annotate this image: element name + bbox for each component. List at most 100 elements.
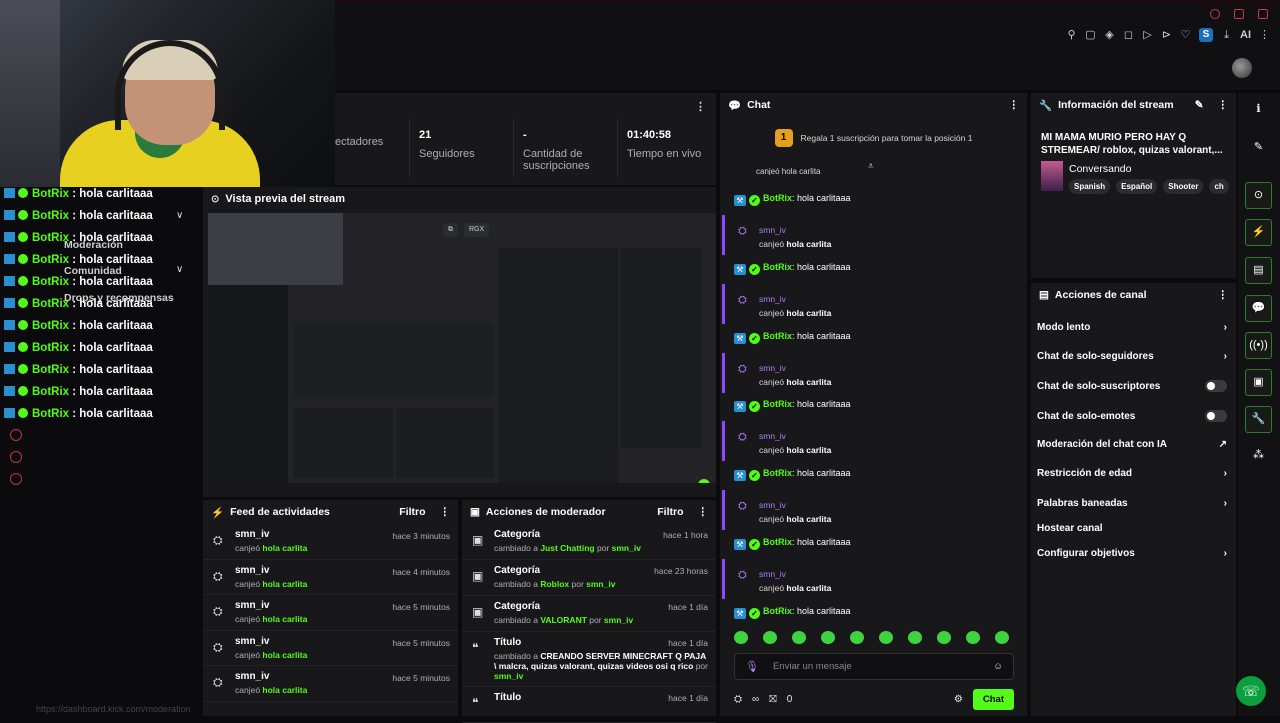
mod-action-user[interactable]: smn_iv: [494, 671, 523, 681]
wrench-toggle-icon[interactable]: 🔧: [1245, 406, 1272, 433]
emote-icon[interactable]: [966, 631, 980, 644]
chevron-down-icon[interactable]: ∨: [176, 264, 183, 275]
followers-only-item[interactable]: Chat de solo-seguidores ›: [1037, 351, 1227, 362]
preview-toggle-icon[interactable]: ⊙: [1245, 182, 1272, 209]
search-icon[interactable]: [1210, 9, 1220, 19]
emote-icon[interactable]: [879, 631, 893, 644]
ai-moderation-item[interactable]: Moderación del chat con IA ↗: [1037, 439, 1227, 450]
goals-item[interactable]: Configurar objetivos ›: [1037, 548, 1227, 559]
emote-icon[interactable]: [995, 631, 1009, 644]
redeem-user[interactable]: smn_iv: [759, 225, 1027, 235]
mod-row[interactable]: ❝ Título hace 1 día: [462, 687, 716, 723]
more-icon[interactable]: ⋮: [695, 100, 706, 113]
download-icon[interactable]: ⤓: [1221, 29, 1232, 41]
shield-icon[interactable]: ◈: [1104, 29, 1115, 41]
info-icon[interactable]: ℹ: [1245, 97, 1272, 124]
emote-icon[interactable]: [908, 631, 922, 644]
settings-icon[interactable]: ⚙: [954, 694, 963, 705]
emote-icon[interactable]: [850, 631, 864, 644]
apps-icon[interactable]: ⁂: [1245, 443, 1272, 470]
emotes-only-toggle[interactable]: [1205, 410, 1227, 422]
heart-icon[interactable]: ♡: [1180, 29, 1191, 41]
chat-username[interactable]: BotRix: [763, 537, 792, 547]
subscribers-only-item[interactable]: Chat de solo-suscriptores: [1037, 380, 1227, 392]
redeem-user[interactable]: smn_iv: [759, 431, 1027, 441]
mod-row[interactable]: ▣ Categoría hace 1 hora cambiado a Just Cha…: [462, 524, 716, 560]
mod-filter-button[interactable]: Filtro: [657, 506, 683, 518]
edit-icon[interactable]: ✎: [1195, 99, 1204, 111]
emotes-only-item[interactable]: Chat de solo-emotes: [1037, 410, 1227, 422]
play-icon[interactable]: ▷: [1142, 29, 1153, 41]
banned-words-item[interactable]: Palabras baneadas ›: [1037, 498, 1227, 509]
mod-action-user[interactable]: smn_iv: [586, 579, 615, 589]
chat-username[interactable]: BotRix: [763, 468, 792, 478]
stream-preview-video[interactable]: ⧉ RGX: [208, 213, 716, 483]
avatar[interactable]: [1232, 58, 1252, 78]
chat-toggle-icon[interactable]: 💬: [1245, 295, 1272, 322]
menu-icon[interactable]: ⋮: [1259, 29, 1270, 41]
pencil-icon[interactable]: ✎: [1245, 135, 1272, 162]
clock-icon[interactable]: [10, 429, 22, 441]
chat-username[interactable]: BotRix: [763, 399, 792, 409]
emote-icon[interactable]: [763, 631, 777, 644]
redeem-user[interactable]: smn_iv: [759, 294, 1027, 304]
emoji-icon[interactable]: ☺: [993, 661, 1003, 672]
activity-toggle-icon[interactable]: ⚡: [1245, 219, 1272, 246]
broadcast-icon[interactable]: ((•)): [1245, 332, 1272, 359]
mod-row[interactable]: ❝ Título hace 1 día cambiado a CREANDO SERV…: [462, 632, 716, 687]
mic-icon[interactable]: 🎙: [745, 660, 759, 673]
host-channel-item[interactable]: Hostear canal: [1037, 523, 1227, 534]
settings-icon[interactable]: [10, 473, 22, 485]
feed-row[interactable]: ⛭ smn_iv hace 5 minutos canjeó hola carlita: [203, 666, 458, 702]
more-icon[interactable]: ⋮: [1218, 289, 1229, 301]
document-icon[interactable]: ▤: [1245, 257, 1272, 284]
feed-filter-button[interactable]: Filtro: [399, 506, 425, 518]
mod-action-user[interactable]: smn_iv: [612, 543, 641, 553]
more-icon[interactable]: ⋮: [440, 506, 451, 518]
mod-toggle-icon[interactable]: ▣: [1245, 369, 1272, 396]
extension-s-icon[interactable]: S: [1199, 28, 1213, 42]
chat-username[interactable]: BotRix: [763, 193, 792, 203]
feed-row[interactable]: ⛭ smn_iv hace 4 minutos canjeó hola carlita: [203, 560, 458, 596]
more-icon[interactable]: ⋮: [698, 506, 709, 518]
more-icon[interactable]: ⋮: [1218, 99, 1229, 111]
chevron-down-icon[interactable]: ∨: [176, 210, 183, 221]
redeem-text: canjeó hola carlita: [759, 514, 832, 525]
send-chat-button[interactable]: Chat: [972, 688, 1014, 710]
ai-button[interactable]: AI: [1240, 29, 1251, 41]
rgx-button[interactable]: RGX: [464, 223, 490, 237]
chat-input[interactable]: 🎙 Enviar un mensaje ☺: [734, 653, 1014, 680]
redeem-user[interactable]: smn_iv: [759, 569, 1027, 579]
pin-icon[interactable]: ⚲: [1066, 29, 1077, 41]
cast-icon[interactable]: ⊳: [1161, 29, 1172, 41]
chat-bubble-icon[interactable]: [10, 451, 22, 463]
help-button[interactable]: ☏: [1236, 676, 1266, 706]
feed-row[interactable]: ⛭ smn_iv hace 5 minutos canjeó hola carlita: [203, 595, 458, 631]
feed-header: ⚡ Feed de actividades Filtro ⋮: [203, 500, 458, 524]
chat-username[interactable]: BotRix: [763, 262, 792, 272]
mod-row[interactable]: ▣ Categoría hace 23 horas cambiado a Roblox…: [462, 560, 716, 596]
feed-row[interactable]: ⛭ smn_iv hace 5 minutos canjeó hola carlita: [203, 631, 458, 667]
mod-action-user[interactable]: smn_iv: [604, 615, 633, 625]
screenshot-icon[interactable]: ▢: [1085, 29, 1096, 41]
chat-username[interactable]: BotRix: [763, 331, 792, 341]
emote-icon[interactable]: [792, 631, 806, 644]
slow-mode-item[interactable]: Modo lento ›: [1037, 322, 1227, 333]
popout-icon[interactable]: ⧉: [443, 223, 458, 237]
emote-icon[interactable]: [937, 631, 951, 644]
gift-icon[interactable]: ⛝: [769, 694, 777, 705]
emote-icon[interactable]: [734, 631, 748, 644]
age-restriction-item[interactable]: Restricción de edad ›: [1037, 468, 1227, 479]
redeem-user[interactable]: smn_iv: [759, 363, 1027, 373]
chat-username[interactable]: BotRix: [763, 606, 792, 616]
subscribers-only-toggle[interactable]: [1205, 380, 1227, 392]
feed-row[interactable]: ⛭ smn_iv hace 3 minutos canjeó hola carlita: [203, 524, 458, 560]
capture-icon[interactable]: ◻: [1123, 29, 1134, 41]
close-icon[interactable]: [1258, 9, 1268, 19]
mod-row[interactable]: ▣ Categoría hace 1 día cambiado a VALORANT …: [462, 596, 716, 632]
more-icon[interactable]: ⋮: [1009, 99, 1020, 111]
sub-gift-banner[interactable]: 1 Regala 1 suscripción para tomar la pos…: [720, 123, 1027, 153]
emote-icon[interactable]: [821, 631, 835, 644]
redeem-user[interactable]: smn_iv: [759, 500, 1027, 510]
restore-icon[interactable]: [1234, 9, 1244, 19]
